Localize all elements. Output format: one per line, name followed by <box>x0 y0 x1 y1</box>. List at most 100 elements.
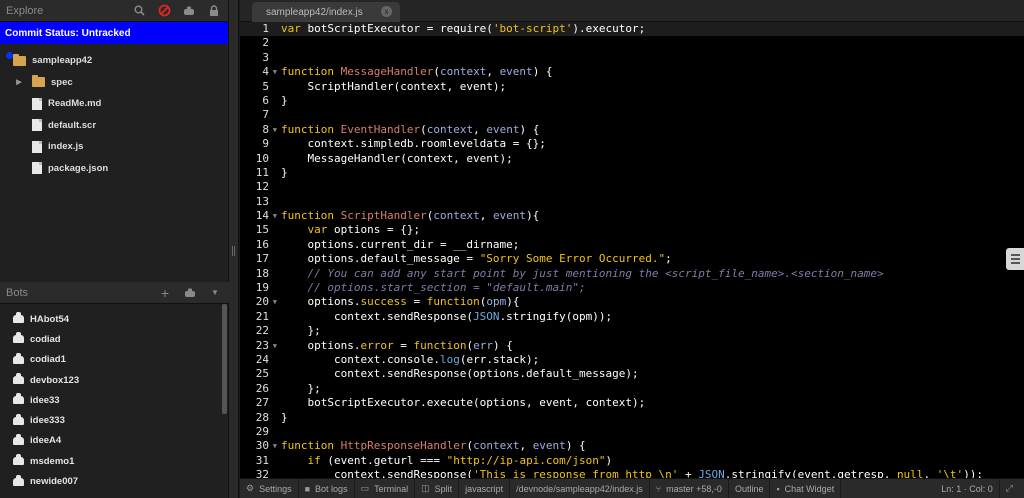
code-line[interactable]: 29 <box>240 425 1024 439</box>
code-line[interactable]: 30 ▼ function HttpResponseHandler(context,… <box>240 439 1024 453</box>
line-number[interactable]: 4 ▼ <box>240 65 278 79</box>
bot-item[interactable]: codiad1 <box>0 350 229 370</box>
git-branch[interactable]: ⑂ master +58,-0 <box>650 478 729 498</box>
code-text[interactable]: // You can add any start point by just m… <box>278 267 1024 281</box>
search-icon[interactable] <box>131 3 147 19</box>
code-line[interactable]: 25 context.sendResponse(options.default_… <box>240 367 1024 381</box>
terminal-button[interactable]: ▭ Terminal <box>355 478 416 498</box>
code-text[interactable]: if (event.geturl === "http://ip-api.com/… <box>278 454 1024 468</box>
code-text[interactable] <box>278 51 1024 65</box>
outline-button[interactable]: Outline <box>729 478 771 498</box>
code-text[interactable] <box>278 195 1024 209</box>
line-number[interactable]: 17 <box>240 252 278 266</box>
line-number[interactable]: 13 <box>240 195 278 209</box>
code-text[interactable]: options.error = function(err) { <box>278 339 1024 353</box>
code-area[interactable]: 1 var botScriptExecutor = require('bot-sc… <box>240 22 1024 496</box>
code-line[interactable]: 20 ▼ options.success = function(opm){ <box>240 295 1024 309</box>
line-number[interactable]: 31 <box>240 454 278 468</box>
sidebar-split-handle[interactable] <box>229 0 239 498</box>
line-number[interactable]: 10 <box>240 152 278 166</box>
bot-item[interactable]: idee333 <box>0 410 229 430</box>
bot-item[interactable]: HAbot54 <box>0 309 229 329</box>
code-text[interactable] <box>278 180 1024 194</box>
fold-arrow-icon[interactable]: ▼ <box>273 339 277 353</box>
tree-item-package-json[interactable]: package.json <box>0 158 228 180</box>
bot-item[interactable]: idee33 <box>0 390 229 410</box>
bot-item[interactable]: codiad <box>0 329 229 349</box>
line-number[interactable]: 9 <box>240 137 278 151</box>
code-text[interactable]: }; <box>278 382 1024 396</box>
line-number[interactable]: 21 <box>240 310 278 324</box>
code-editor[interactable]: sampleapp42/index.js x 1 var botScriptExe… <box>240 0 1024 498</box>
code-text[interactable]: } <box>278 166 1024 180</box>
code-text[interactable]: options.current_dir = __dirname; <box>278 238 1024 252</box>
code-line[interactable]: 16 options.current_dir = __dirname; <box>240 238 1024 252</box>
split-button[interactable]: ◫ Split <box>415 478 460 498</box>
bot-icon[interactable] <box>181 3 197 19</box>
code-text[interactable]: var options = {}; <box>278 223 1024 237</box>
code-line[interactable]: 12 <box>240 180 1024 194</box>
line-number[interactable]: 22 <box>240 324 278 338</box>
code-line[interactable]: 15 var options = {}; <box>240 223 1024 237</box>
tree-item-default-scr[interactable]: default.scr <box>0 115 228 137</box>
line-number[interactable]: 28 <box>240 411 278 425</box>
code-line[interactable]: 3 <box>240 51 1024 65</box>
code-text[interactable]: MessageHandler(context, event); <box>278 152 1024 166</box>
bot-item[interactable]: msdemo1 <box>0 451 229 471</box>
fold-arrow-icon[interactable]: ▼ <box>273 295 277 309</box>
tree-item-spec[interactable]: ▶ spec <box>0 72 228 94</box>
bot-item[interactable]: devbox123 <box>0 370 229 390</box>
line-number[interactable]: 24 <box>240 353 278 367</box>
line-number[interactable]: 19 <box>240 281 278 295</box>
code-text[interactable] <box>278 36 1024 50</box>
lock-icon[interactable] <box>206 3 222 19</box>
code-text[interactable]: context.sendResponse(JSON.stringify(opm)… <box>278 310 1024 324</box>
code-line[interactable]: 8 ▼ function EventHandler(context, event) … <box>240 123 1024 137</box>
code-text[interactable]: context.simpledb.roomleveldata = {}; <box>278 137 1024 151</box>
line-number[interactable]: 29 <box>240 425 278 439</box>
code-text[interactable]: ScriptHandler(context, event); <box>278 80 1024 94</box>
code-text[interactable]: } <box>278 94 1024 108</box>
line-number[interactable]: 25 <box>240 367 278 381</box>
code-line[interactable]: 28} <box>240 411 1024 425</box>
line-number[interactable]: 30 ▼ <box>240 439 278 453</box>
expand-arrow-icon[interactable]: ▶ <box>14 78 24 86</box>
bot-item[interactable]: newide007 <box>0 471 229 491</box>
line-number[interactable]: 26 <box>240 382 278 396</box>
editor-right-panel-handle[interactable] <box>1006 248 1024 270</box>
line-number[interactable]: 1 <box>240 22 278 36</box>
bot-item[interactable]: ideeA4 <box>0 431 229 451</box>
language-mode[interactable]: javascript <box>459 478 511 498</box>
code-line[interactable]: 14 ▼ function ScriptHandler(context, event… <box>240 209 1024 223</box>
fold-arrow-icon[interactable]: ▼ <box>273 65 277 79</box>
line-number[interactable]: 20 ▼ <box>240 295 278 309</box>
no-entry-icon[interactable] <box>156 3 172 19</box>
line-number[interactable]: 23 ▼ <box>240 339 278 353</box>
code-text[interactable]: botScriptExecutor.execute(options, event… <box>278 396 1024 410</box>
line-number[interactable]: 11 <box>240 166 278 180</box>
code-line[interactable]: 9 context.simpledb.roomleveldata = {}; <box>240 137 1024 151</box>
fold-arrow-icon[interactable]: ▼ <box>273 123 277 137</box>
code-text[interactable]: }; <box>278 324 1024 338</box>
line-number[interactable]: 7 <box>240 108 278 122</box>
tree-item-sampleapp42[interactable]: sampleapp42 <box>0 50 228 72</box>
code-text[interactable]: function MessageHandler(context, event) … <box>278 65 1024 79</box>
chat-widget-button[interactable]: ▪ Chat Widget <box>770 478 842 498</box>
tree-item-readme[interactable]: ReadMe.md <box>0 93 228 115</box>
line-number[interactable]: 27 <box>240 396 278 410</box>
code-text[interactable]: context.sendResponse(options.default_mes… <box>278 367 1024 381</box>
code-line[interactable]: 13 <box>240 195 1024 209</box>
code-line[interactable]: 2 <box>240 36 1024 50</box>
code-line[interactable]: 31 if (event.geturl === "http://ip-api.c… <box>240 454 1024 468</box>
code-line[interactable]: 27 botScriptExecutor.execute(options, ev… <box>240 396 1024 410</box>
add-bot-icon[interactable]: + <box>157 285 173 301</box>
code-line[interactable]: 10 MessageHandler(context, event); <box>240 152 1024 166</box>
code-line[interactable]: 21 context.sendResponse(JSON.stringify(o… <box>240 310 1024 324</box>
line-number[interactable]: 3 <box>240 51 278 65</box>
code-line[interactable]: 23 ▼ options.error = function(err) { <box>240 339 1024 353</box>
close-icon[interactable]: x <box>381 6 392 17</box>
settings-button[interactable]: ⚙ Settings <box>240 478 299 498</box>
code-line[interactable]: 19 // options.start_section = "default.m… <box>240 281 1024 295</box>
line-number[interactable]: 16 <box>240 238 278 252</box>
bots-scrollbar[interactable] <box>222 304 227 414</box>
